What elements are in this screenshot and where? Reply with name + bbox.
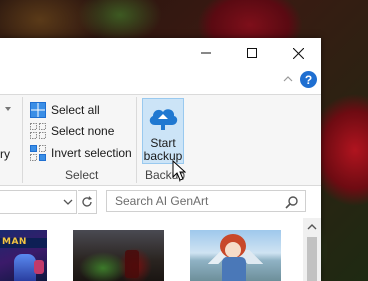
- file-list: MAN: [0, 218, 303, 281]
- mouse-cursor-icon: [172, 160, 186, 181]
- search-input[interactable]: [115, 194, 275, 208]
- scroll-up-icon[interactable]: [307, 223, 317, 231]
- chevron-down-icon[interactable]: [4, 105, 12, 113]
- select-all-label: Select all: [51, 103, 100, 117]
- maximize-button[interactable]: [229, 38, 275, 68]
- thumbnail-2[interactable]: [73, 230, 164, 281]
- select-group-label: Select: [65, 168, 99, 182]
- help-label: ?: [304, 72, 313, 87]
- search-box[interactable]: [106, 190, 306, 212]
- start-backup-label-line1: Start: [150, 136, 176, 150]
- scrollbar-thumb[interactable]: [307, 237, 317, 281]
- title-bar: [0, 38, 321, 70]
- start-backup-button[interactable]: Start backup: [142, 98, 184, 164]
- select-none-label: Select none: [51, 124, 115, 138]
- cloud-upload-icon: [149, 109, 178, 130]
- refresh-button[interactable]: [78, 190, 97, 214]
- search-icon: [285, 196, 298, 209]
- ribbon-divider: [22, 97, 23, 183]
- ribbon: ry Select all Select none Invert selecti…: [0, 94, 321, 186]
- close-button[interactable]: [275, 38, 321, 68]
- address-row: [0, 190, 321, 216]
- file-explorer-window: ? ry Select all Select none Invert selec…: [0, 38, 321, 281]
- address-bar[interactable]: [0, 190, 77, 214]
- ribbon-partial-label: ry: [0, 147, 10, 161]
- invert-selection-icon: [30, 145, 46, 161]
- close-icon: [292, 47, 304, 59]
- refresh-icon: [82, 196, 92, 207]
- invert-selection-button[interactable]: Invert selection: [30, 143, 132, 163]
- select-none-button[interactable]: Select none: [30, 121, 114, 141]
- minimize-icon: [201, 52, 211, 54]
- select-all-button[interactable]: Select all: [30, 100, 100, 120]
- thumbnail-3[interactable]: [190, 230, 281, 281]
- ribbon-tab-row: [0, 70, 321, 92]
- chevron-down-icon[interactable]: [63, 198, 73, 206]
- thumbnail-1[interactable]: MAN: [0, 230, 47, 281]
- ribbon-divider: [136, 97, 137, 183]
- select-none-icon: [30, 123, 46, 139]
- minimize-button[interactable]: [183, 38, 229, 68]
- invert-selection-label: Invert selection: [51, 146, 132, 160]
- maximize-icon: [247, 48, 257, 58]
- vertical-scrollbar[interactable]: [303, 218, 321, 281]
- select-all-icon: [30, 102, 46, 118]
- chevron-up-icon[interactable]: [282, 73, 294, 85]
- thumbnail-1-caption: MAN: [2, 237, 27, 247]
- help-icon[interactable]: ?: [300, 71, 317, 88]
